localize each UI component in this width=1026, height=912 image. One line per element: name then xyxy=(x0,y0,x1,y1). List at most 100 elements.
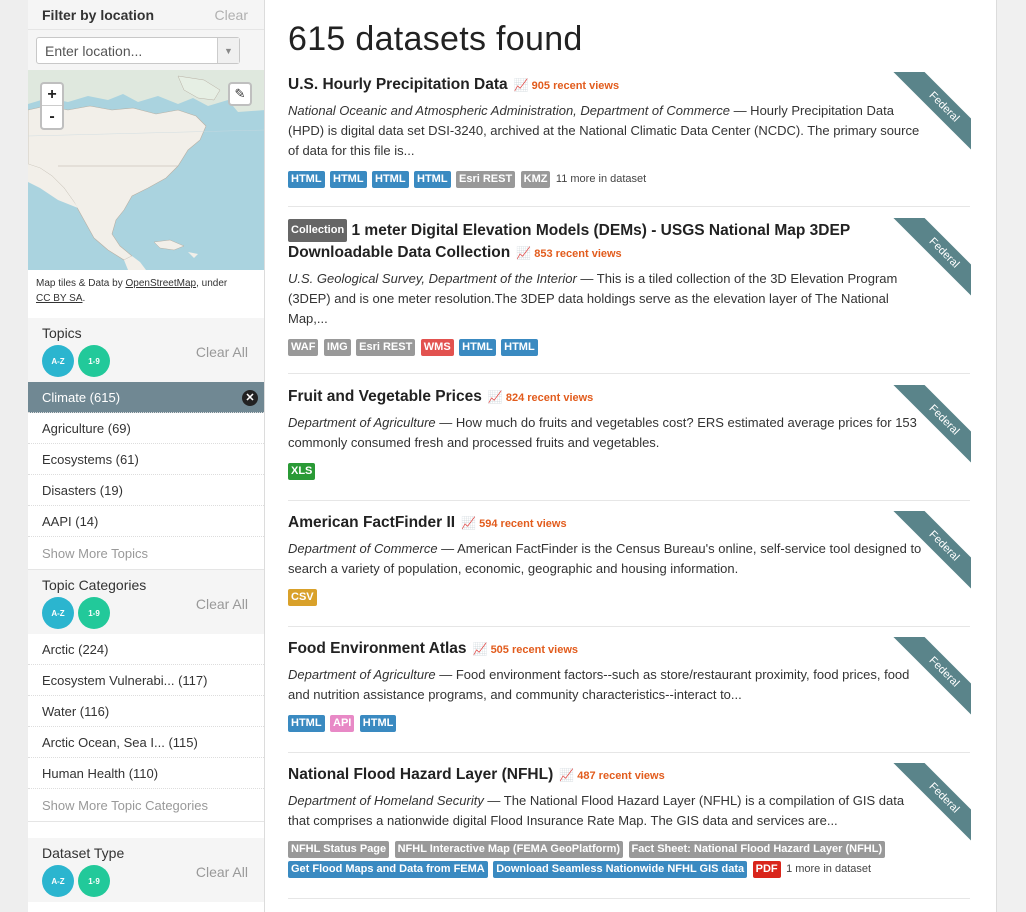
map-attribution: Map tiles & Data by OpenStreetMap, under… xyxy=(28,270,264,318)
format-badge[interactable]: IMG xyxy=(323,339,351,356)
recent-views: 📈 487 recent views xyxy=(559,768,665,782)
sort-count-button[interactable]: 1-9 xyxy=(78,865,110,897)
facet-item-arctic[interactable]: Arctic (224) xyxy=(28,634,264,665)
format-badge[interactable]: Fact Sheet: National Flood Hazard Layer … xyxy=(628,841,886,858)
dataset-title-link[interactable]: U.S. Hourly Precipitation Data xyxy=(288,76,508,93)
remove-filter-icon[interactable]: ✕ xyxy=(242,390,258,406)
views-count: 594 recent views xyxy=(479,518,567,530)
format-badge[interactable]: HTML xyxy=(501,339,538,356)
trend-icon: 📈 xyxy=(559,768,575,782)
facet-item-disasters[interactable]: Disasters (19) xyxy=(28,475,264,506)
dataset-title-row: U.S. Hourly Precipitation Data 📈 905 rece… xyxy=(288,74,928,97)
dataset-description: Department of Commerce — American FactFi… xyxy=(288,539,928,579)
location-map[interactable]: + - ✎ xyxy=(28,70,264,270)
chevron-down-icon[interactable]: ▼ xyxy=(217,38,239,63)
dataset-description: Department of Homeland Security — The Na… xyxy=(288,791,928,831)
sort-alpha-button[interactable]: A-Z xyxy=(42,597,74,629)
facet-item-arctic-ocean[interactable]: Arctic Ocean, Sea I... (115) xyxy=(28,727,264,758)
format-badge[interactable]: API xyxy=(330,715,355,732)
format-badge[interactable]: WMS xyxy=(420,339,454,356)
sidebar: Filter by location Clear Enter location.… xyxy=(28,0,265,912)
dataset-description: Department of Agriculture — How much do … xyxy=(288,413,928,453)
dataset-title-link[interactable]: American FactFinder II xyxy=(288,514,455,531)
facet-item-ecosystems[interactable]: Ecosystems (61) xyxy=(28,444,264,475)
sort-alpha-button[interactable]: A-Z xyxy=(42,865,74,897)
zoom-out-button[interactable]: - xyxy=(42,106,62,128)
dataset-description: Department of Agriculture — Food environ… xyxy=(288,665,928,705)
recent-views: 📈 853 recent views xyxy=(516,246,622,260)
format-badge[interactable]: WAF xyxy=(288,339,319,356)
dataset-title-row: Food Environment Atlas 📈 505 recent views xyxy=(288,638,928,661)
license-link[interactable]: CC BY SA xyxy=(36,293,83,304)
views-count: 487 recent views xyxy=(577,770,665,782)
recent-views: 📈 905 recent views xyxy=(514,78,619,92)
dataset-org: Department of Homeland Security xyxy=(288,793,484,808)
dataset-type-facet-header: Dataset Type A-Z 1-9 Clear All xyxy=(28,838,264,902)
dataset-org: Department of Commerce xyxy=(288,541,438,556)
result-separator xyxy=(288,626,970,627)
topics-clear-all[interactable]: Clear All xyxy=(196,344,248,360)
format-badge[interactable]: HTML xyxy=(330,171,367,188)
show-more-topic-categories[interactable]: Show More Topic Categories xyxy=(28,789,264,822)
facet-item-label: Water (116) xyxy=(42,703,110,719)
format-badge[interactable]: Download Seamless Nationwide NFHL GIS da… xyxy=(493,861,748,878)
result-separator xyxy=(288,898,970,899)
format-badge[interactable]: HTML xyxy=(288,715,325,732)
dataset-org: Department of Agriculture xyxy=(288,667,436,682)
location-input[interactable]: Enter location... ▼ xyxy=(36,37,240,64)
topics-facet-header: Topics A-Z 1-9 Clear All xyxy=(28,318,264,382)
format-badge[interactable]: KMZ xyxy=(520,171,551,188)
facet-item-aapi[interactable]: AAPI (14) xyxy=(28,506,264,537)
format-badge[interactable]: Esri REST xyxy=(456,171,516,188)
result-separator xyxy=(288,500,970,501)
location-clear-link[interactable]: Clear xyxy=(215,7,248,23)
facet-item-agriculture[interactable]: Agriculture (69) xyxy=(28,413,264,444)
topic-categories-facet-header: Topic Categories A-Z 1-9 Clear All xyxy=(28,570,264,634)
location-filter-title: Filter by location xyxy=(42,6,155,23)
facet-item-label: Arctic (224) xyxy=(42,641,109,657)
more-in-dataset: 11 more in dataset xyxy=(555,173,647,185)
dataset-type-clear-all[interactable]: Clear All xyxy=(196,864,248,880)
sort-count-button[interactable]: 1-9 xyxy=(78,345,110,377)
views-count: 824 recent views xyxy=(505,392,594,404)
facet-item-human-health[interactable]: Human Health (110) xyxy=(28,758,264,789)
facet-item-climate[interactable]: Climate (615) ✕ xyxy=(28,382,264,413)
result-separator xyxy=(288,373,970,374)
views-count: 853 recent views xyxy=(534,248,622,260)
sort-alpha-button[interactable]: A-Z xyxy=(42,345,74,377)
dataset-title-link[interactable]: Fruit and Vegetable Prices xyxy=(288,388,482,405)
format-badge[interactable]: HTML xyxy=(414,171,451,188)
format-badge[interactable]: HTML xyxy=(459,339,496,356)
sort-count-button[interactable]: 1-9 xyxy=(78,597,110,629)
facet-item-ecosystem-vulnerability[interactable]: Ecosystem Vulnerabi... (117) xyxy=(28,665,264,696)
format-list: HTML HTML HTML HTML Esri REST KMZ 11 mor… xyxy=(288,168,928,189)
dataset-result: Collection 1 meter Digital Elevation Mod… xyxy=(288,219,928,356)
format-badge[interactable]: Get Flood Maps and Data from FEMA xyxy=(288,861,488,878)
format-badge[interactable]: CSV xyxy=(288,589,317,606)
dataset-title-link[interactable]: Food Environment Atlas xyxy=(288,640,467,657)
format-badge[interactable]: HTML xyxy=(288,171,325,188)
result-separator xyxy=(288,752,970,753)
format-badge[interactable]: PDF xyxy=(752,861,781,878)
format-badge[interactable]: NFHL Interactive Map (FEMA GeoPlatform) xyxy=(394,841,624,858)
format-list: HTML API HTML xyxy=(288,712,928,732)
pencil-icon[interactable]: ✎ xyxy=(228,82,252,106)
openstreetmap-link[interactable]: OpenStreetMap xyxy=(125,278,196,289)
show-more-topics[interactable]: Show More Topics xyxy=(28,537,264,570)
trend-icon: 📈 xyxy=(472,642,488,656)
dataset-result: National Flood Hazard Layer (NFHL) 📈 487 … xyxy=(288,764,928,879)
topics-title: Topics xyxy=(42,325,82,341)
dataset-title-link[interactable]: National Flood Hazard Layer (NFHL) xyxy=(288,766,553,783)
format-badge[interactable]: XLS xyxy=(288,463,316,480)
dataset-type-title: Dataset Type xyxy=(42,845,125,861)
format-badge[interactable]: HTML xyxy=(372,171,409,188)
topic-categories-clear-all[interactable]: Clear All xyxy=(196,596,248,612)
format-badge[interactable]: HTML xyxy=(359,715,397,732)
format-badge[interactable]: Esri REST xyxy=(356,339,416,356)
facet-item-water[interactable]: Water (116) xyxy=(28,696,264,727)
zoom-in-button[interactable]: + xyxy=(42,84,62,106)
attribution-mid: , under xyxy=(196,278,228,289)
dataset-description: U.S. Geological Survey, Department of th… xyxy=(288,269,928,329)
topic-categories-title: Topic Categories xyxy=(42,577,147,593)
format-badge[interactable]: NFHL Status Page xyxy=(288,841,390,858)
